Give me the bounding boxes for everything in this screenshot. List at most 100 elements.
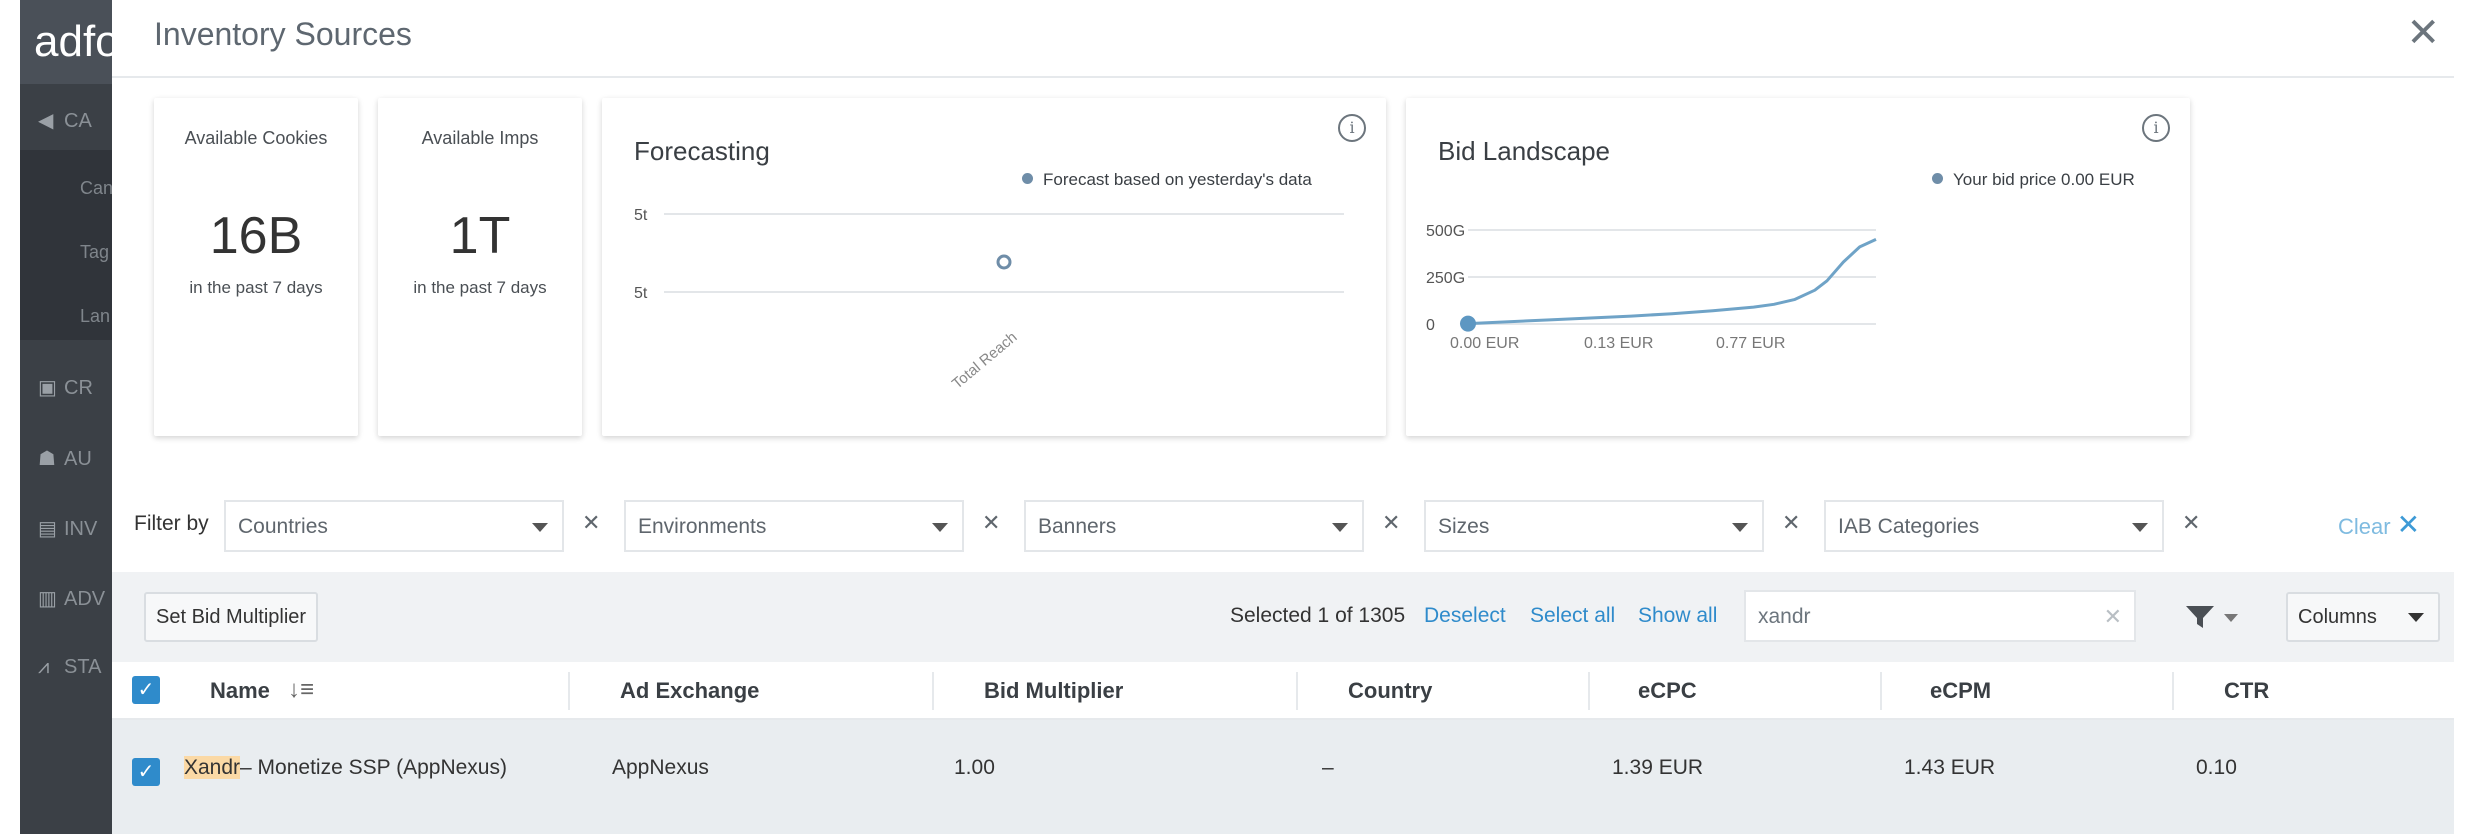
- column-header-country[interactable]: Country: [1348, 678, 1432, 704]
- sidebar-item-label: STA: [64, 656, 102, 678]
- row-checkbox[interactable]: ✓: [132, 758, 160, 786]
- cell-name: Xandr– Monetize SSP (AppNexus): [184, 756, 507, 780]
- columns-button[interactable]: Columns: [2286, 592, 2440, 642]
- series-line: [1467, 238, 1877, 326]
- sidebar-subitem[interactable]: Tag: [80, 242, 112, 263]
- column-divider: [1296, 672, 1298, 710]
- x-tick-label: Total Reach: [949, 329, 1021, 393]
- stat-label: Available Cookies: [184, 128, 328, 148]
- forecasting-card: Forecasting i Forecast based on yesterda…: [602, 98, 1386, 436]
- close-icon[interactable]: ✕: [1782, 510, 1800, 536]
- stat-card-imps: Available Imps 1T in the past 7 days: [378, 98, 582, 436]
- select-all-link[interactable]: Select all: [1530, 604, 1615, 628]
- filter-row: Filter by Countries ✕ Environments ✕ Ban…: [112, 490, 2454, 562]
- y-tick-label: 0: [1426, 317, 1435, 334]
- y-tick-label: 500G: [1426, 223, 1465, 240]
- close-icon[interactable]: ✕: [2104, 604, 2122, 630]
- bid-landscape-chart: 500G 250G 0 0.00 EUR 0.13 EUR 0.77 EUR: [1426, 223, 1877, 352]
- sidebar-item-label: CA: [64, 110, 92, 132]
- column-divider: [2172, 672, 2174, 710]
- sidebar-item-label: CR: [64, 377, 93, 399]
- audience-icon: ☗: [38, 448, 56, 470]
- x-tick-label: 0.00 EUR: [1450, 335, 1519, 352]
- sort-icon[interactable]: ↓≡: [288, 676, 314, 704]
- x-tick-label: 0.77 EUR: [1716, 335, 1785, 352]
- search-input[interactable]: xandr ✕: [1744, 590, 2136, 642]
- iab-categories-select[interactable]: IAB Categories: [1824, 500, 2164, 552]
- close-icon: ✕: [2396, 509, 2421, 540]
- stat-label: Available Imps: [421, 128, 539, 148]
- columns-label: Columns: [2298, 606, 2377, 628]
- select-placeholder: Banners: [1038, 515, 1117, 538]
- column-header-bid-multiplier[interactable]: Bid Multiplier: [984, 678, 1123, 704]
- column-header-ctr[interactable]: CTR: [2224, 678, 2269, 704]
- select-placeholder: Countries: [238, 515, 328, 538]
- environments-select[interactable]: Environments: [624, 500, 964, 552]
- app-sidebar: adfo ◀ CA Can Tag Lan ▣ CR ☗ AU ▤ INV ▥ ADV ⩘…: [0, 0, 112, 834]
- modal-header: Inventory Sources ✕: [112, 0, 2454, 78]
- sidebar-subitem[interactable]: Can: [80, 178, 112, 199]
- sidebar-item-inventory[interactable]: ▤ INV: [38, 516, 112, 541]
- sidebar-item-stats[interactable]: ⩘ STA: [38, 656, 112, 679]
- select-placeholder: Environments: [638, 515, 767, 538]
- modal-title: Inventory Sources: [154, 16, 412, 52]
- chevron-down-icon: [532, 523, 548, 532]
- y-tick-label: 5t: [634, 207, 648, 224]
- y-tick-label: 250G: [1426, 270, 1465, 287]
- name-rest: – Monetize SSP (AppNexus): [240, 756, 507, 779]
- table-header: ✓ Name ↓≡ Ad Exchange Bid Multiplier Cou…: [112, 662, 2454, 720]
- y-tick-label: 5t: [634, 285, 648, 302]
- sidebar-item-creatives[interactable]: ▣ CR: [38, 375, 112, 400]
- show-all-link[interactable]: Show all: [1638, 604, 1717, 628]
- column-divider: [1588, 672, 1590, 710]
- sidebar-subitem[interactable]: Lan: [80, 306, 112, 327]
- sidebar-item-label: INV: [64, 518, 98, 540]
- filter-label: Filter by: [134, 512, 209, 535]
- sidebar-item-audiences[interactable]: ☗ AU: [38, 446, 112, 471]
- chevron-down-icon[interactable]: [2224, 614, 2238, 622]
- set-bid-multiplier-button[interactable]: Set Bid Multiplier: [144, 592, 319, 642]
- app-logo: adfo: [20, 0, 112, 84]
- x-tick-label: 0.13 EUR: [1584, 335, 1653, 352]
- bid-price-marker: [1460, 315, 1476, 332]
- clear-filters-button[interactable]: Clear ✕: [2338, 508, 2420, 541]
- column-header-name[interactable]: Name: [210, 678, 270, 704]
- countries-select[interactable]: Countries: [224, 500, 564, 552]
- column-header-ecpc[interactable]: eCPC: [1638, 678, 1697, 704]
- select-placeholder: IAB Categories: [1838, 515, 1980, 538]
- clear-label: Clear: [2338, 514, 2391, 539]
- sidebar-item-advertisers[interactable]: ▥ ADV: [38, 586, 112, 611]
- banners-select[interactable]: Banners: [1024, 500, 1364, 552]
- cell-country: –: [1322, 756, 1334, 779]
- close-icon[interactable]: ✕: [2406, 10, 2440, 56]
- cell-ecpc: 1.39 EUR: [1612, 756, 1704, 779]
- filter-funnel-icon[interactable]: [2184, 602, 2216, 632]
- cell-ecpm: 1.43 EUR: [1904, 756, 1996, 779]
- column-header-ecpm[interactable]: eCPM: [1930, 678, 1991, 704]
- close-icon[interactable]: ✕: [982, 510, 1000, 536]
- cell-ctr: 0.10: [2196, 756, 2237, 779]
- chevron-down-icon: [2132, 523, 2148, 532]
- sidebar-item-label: AU: [64, 448, 92, 470]
- table-row[interactable]: ✓ Xandr– Monetize SSP (AppNexus) AppNexu…: [112, 720, 2454, 834]
- stat-sub: in the past 7 days: [189, 278, 323, 297]
- column-divider: [1880, 672, 1882, 710]
- close-icon[interactable]: ✕: [2182, 510, 2200, 536]
- deselect-link[interactable]: Deselect: [1424, 604, 1506, 628]
- close-icon[interactable]: ✕: [1382, 510, 1400, 536]
- search-highlight: Xandr: [184, 756, 241, 779]
- cell-bid-multiplier: 1.00: [954, 756, 995, 779]
- sizes-select[interactable]: Sizes: [1424, 500, 1764, 552]
- document-icon: ▤: [38, 518, 57, 540]
- chevron-down-icon: [2408, 613, 2424, 622]
- column-header-ad-exchange[interactable]: Ad Exchange: [620, 678, 759, 704]
- column-divider: [568, 672, 570, 710]
- select-all-checkbox[interactable]: ✓: [132, 676, 160, 704]
- sidebar-item-campaigns[interactable]: ◀ CA: [38, 108, 112, 133]
- forecast-chart: 5t 5t Total Reach: [634, 207, 1344, 393]
- sidebar-item-label: ADV: [64, 588, 106, 610]
- chevron-down-icon: [1332, 523, 1348, 532]
- cell-ad-exchange: AppNexus: [612, 756, 709, 779]
- data-point: [996, 254, 1012, 270]
- close-icon[interactable]: ✕: [582, 510, 600, 536]
